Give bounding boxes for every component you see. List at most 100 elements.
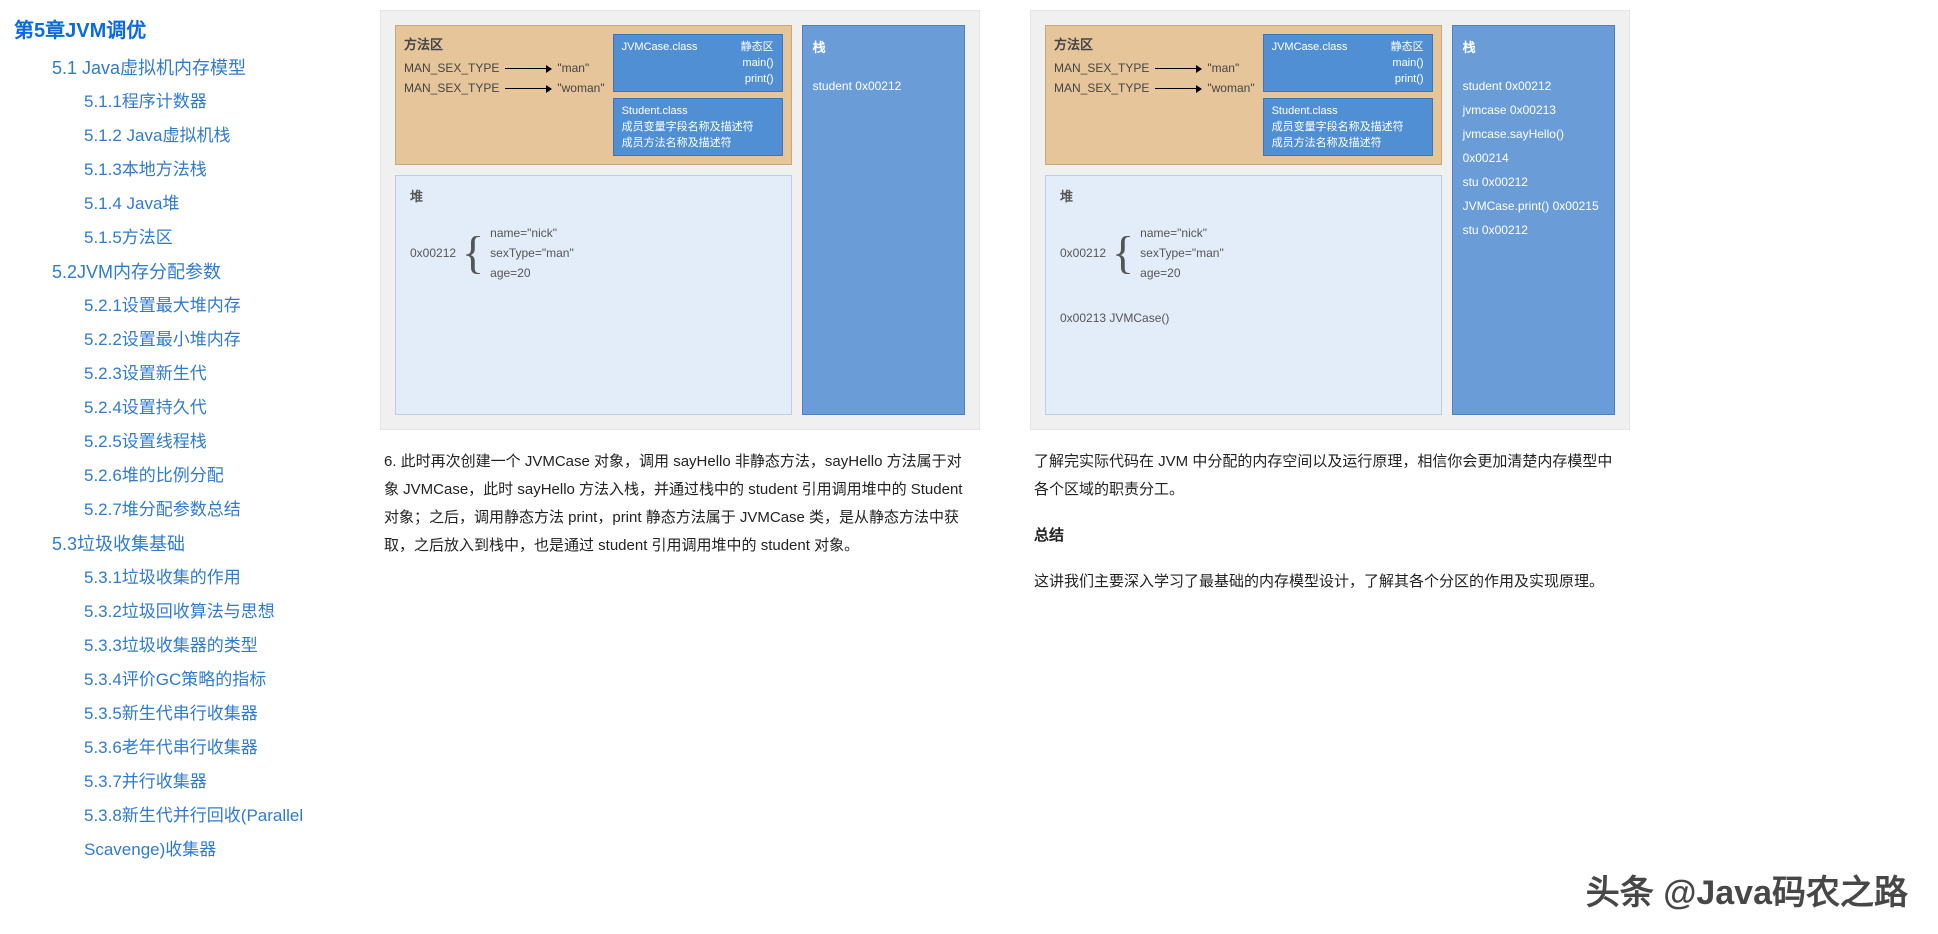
heap-addr: 0x00212 — [410, 246, 456, 260]
heap-title: 堆 — [1060, 186, 1427, 205]
toc-chapter-title: 第5章JVM调优 — [14, 14, 380, 43]
toc-list: 5.1 Java虚拟机内存模型5.1.1程序计数器5.1.2 Java虚拟机栈5… — [10, 51, 380, 867]
diagram-right: 方法区 MAN_SEX_TYPE "man" MAN_SEX_TYPE "wo — [1030, 10, 1630, 430]
stack-box: 栈 student 0x00212jvmcase 0x00213jvmcase.… — [1452, 25, 1615, 415]
heap-object: 0x00212 { name="nick" sexType="man" age=… — [1060, 223, 1427, 283]
class-method: main() — [1272, 55, 1424, 71]
toc-link[interactable]: 5.2.1设置最大堆内存 — [10, 289, 380, 323]
const-map-row: MAN_SEX_TYPE "woman" — [1054, 81, 1255, 95]
class-box-jvmcase: JVMCase.class 静态区 main() print() — [1263, 34, 1433, 92]
method-area-title: 方法区 — [404, 34, 605, 53]
class-box-jvmcase: JVMCase.class 静态区 main() print() — [613, 34, 783, 92]
heap-extra-object: 0x00213 JVMCase() — [1060, 311, 1427, 325]
method-area-box: 方法区 MAN_SEX_TYPE "man" MAN_SEX_TYPE "wo — [395, 25, 792, 165]
toc-link[interactable]: 5.2.7堆分配参数总结 — [10, 493, 380, 527]
summary-heading: 总结 — [1034, 522, 1626, 550]
class-desc: 成员方法名称及描述符 — [622, 135, 774, 151]
paragraph: 了解完实际代码在 JVM 中分配的内存空间以及运行原理，相信你会更加清楚内存模型… — [1034, 448, 1626, 504]
brace-icon: { — [1112, 238, 1134, 268]
const-map-row: MAN_SEX_TYPE "man" — [404, 61, 605, 75]
stack-item: JVMCase.print() 0x00215 — [1463, 194, 1604, 218]
toc-link[interactable]: 5.3.7并行收集器 — [10, 765, 380, 799]
toc-link[interactable]: 5.3垃圾收集基础 — [10, 527, 380, 561]
class-method: print() — [1272, 71, 1424, 87]
class-desc: 成员变量字段名称及描述符 — [1272, 119, 1424, 135]
const-key: MAN_SEX_TYPE — [404, 81, 499, 95]
stack-box: 栈 student 0x00212 — [802, 25, 965, 415]
const-map-row: MAN_SEX_TYPE "woman" — [404, 81, 605, 95]
heap-field: age=20 — [1140, 263, 1224, 283]
stack-list: student 0x00212jvmcase 0x00213jvmcase.sa… — [1463, 74, 1604, 242]
heap-box: 堆 0x00212 { name="nick" sexType="man" ag… — [1045, 175, 1442, 415]
stack-list: student 0x00212 — [813, 74, 954, 98]
column-left: 方法区 MAN_SEX_TYPE "man" MAN_SEX_TYPE "wo — [380, 10, 980, 867]
toc-link[interactable]: 5.1.5方法区 — [10, 221, 380, 255]
heap-title: 堆 — [410, 186, 777, 205]
diagram-left: 方法区 MAN_SEX_TYPE "man" MAN_SEX_TYPE "wo — [380, 10, 980, 430]
toc-link[interactable]: 5.1 Java虚拟机内存模型 — [10, 51, 380, 85]
toc-link[interactable]: 5.3.5新生代串行收集器 — [10, 697, 380, 731]
stack-item: stu 0x00212 — [1463, 218, 1604, 242]
class-group: 静态区 — [1391, 39, 1424, 55]
heap-field: sexType="man" — [1140, 243, 1224, 263]
toc-link[interactable]: 5.3.1垃圾收集的作用 — [10, 561, 380, 595]
heap-field: age=20 — [490, 263, 574, 283]
class-desc: 成员变量字段名称及描述符 — [622, 119, 774, 135]
stack-item: student 0x00212 — [1463, 74, 1604, 98]
toc-link[interactable]: 5.2JVM内存分配参数 — [10, 255, 380, 289]
heap-box: 堆 0x00212 { name="nick" sexType="man" ag… — [395, 175, 792, 415]
class-method: main() — [622, 55, 774, 71]
const-val: "man" — [1207, 61, 1239, 75]
toc-link[interactable]: 5.2.3设置新生代 — [10, 357, 380, 391]
stack-item: jvmcase 0x00213 — [1463, 98, 1604, 122]
class-group: 静态区 — [741, 39, 774, 55]
toc-link[interactable]: 5.2.6堆的比例分配 — [10, 459, 380, 493]
const-key: MAN_SEX_TYPE — [404, 61, 499, 75]
toc-link[interactable]: 5.1.1程序计数器 — [10, 85, 380, 119]
const-val: "woman" — [1207, 81, 1254, 95]
heap-addr: 0x00212 — [1060, 246, 1106, 260]
class-name: JVMCase.class — [1272, 39, 1348, 55]
const-map-row: MAN_SEX_TYPE "man" — [1054, 61, 1255, 75]
toc-link[interactable]: 5.3.3垃圾收集器的类型 — [10, 629, 380, 663]
stack-item: student 0x00212 — [813, 74, 954, 98]
stack-item: jvmcase.sayHello() 0x00214 — [1463, 122, 1604, 170]
class-name: Student.class — [1272, 103, 1424, 119]
watermark: 头条 @Java码农之路 — [1586, 865, 1908, 914]
const-val: "man" — [557, 61, 589, 75]
method-area-title: 方法区 — [1054, 34, 1255, 53]
toc-link[interactable]: 5.3.4评价GC策略的指标 — [10, 663, 380, 697]
stack-item: stu 0x00212 — [1463, 170, 1604, 194]
toc-link[interactable]: 5.2.4设置持久代 — [10, 391, 380, 425]
toc-link[interactable]: 5.2.5设置线程栈 — [10, 425, 380, 459]
method-area-box: 方法区 MAN_SEX_TYPE "man" MAN_SEX_TYPE "wo — [1045, 25, 1442, 165]
toc-link[interactable]: 5.1.4 Java堆 — [10, 187, 380, 221]
toc-link[interactable]: 5.3.6老年代串行收集器 — [10, 731, 380, 765]
stack-title: 栈 — [1463, 36, 1604, 60]
const-key: MAN_SEX_TYPE — [1054, 81, 1149, 95]
class-box-student: Student.class 成员变量字段名称及描述符 成员方法名称及描述符 — [1263, 98, 1433, 156]
const-key: MAN_SEX_TYPE — [1054, 61, 1149, 75]
heap-field: sexType="man" — [490, 243, 574, 263]
toc-link[interactable]: 5.1.3本地方法栈 — [10, 153, 380, 187]
const-val: "woman" — [557, 81, 604, 95]
column-right: 方法区 MAN_SEX_TYPE "man" MAN_SEX_TYPE "wo — [1030, 10, 1630, 867]
arrow-icon — [1155, 68, 1201, 69]
class-name: Student.class — [622, 103, 774, 119]
table-of-contents: 第5章JVM调优 5.1 Java虚拟机内存模型5.1.1程序计数器5.1.2 … — [0, 0, 380, 877]
toc-link[interactable]: 5.3.2垃圾回收算法与思想 — [10, 595, 380, 629]
toc-link[interactable]: 5.1.2 Java虚拟机栈 — [10, 119, 380, 153]
toc-link[interactable]: 5.3.8新生代并行回收(Parallel Scavenge)收集器 — [10, 799, 380, 867]
paragraph: 这讲我们主要深入学习了最基础的内存模型设计，了解其各个分区的作用及实现原理。 — [1034, 568, 1626, 596]
heap-field: name="nick" — [490, 223, 574, 243]
stack-title: 栈 — [813, 36, 954, 60]
arrow-icon — [505, 68, 551, 69]
arrow-icon — [1155, 88, 1201, 89]
heap-object: 0x00212 { name="nick" sexType="man" age=… — [410, 223, 777, 283]
content-area: 方法区 MAN_SEX_TYPE "man" MAN_SEX_TYPE "wo — [380, 0, 1938, 877]
class-box-student: Student.class 成员变量字段名称及描述符 成员方法名称及描述符 — [613, 98, 783, 156]
class-desc: 成员方法名称及描述符 — [1272, 135, 1424, 151]
arrow-icon — [505, 88, 551, 89]
toc-link[interactable]: 5.2.2设置最小堆内存 — [10, 323, 380, 357]
class-name: JVMCase.class — [622, 39, 698, 55]
